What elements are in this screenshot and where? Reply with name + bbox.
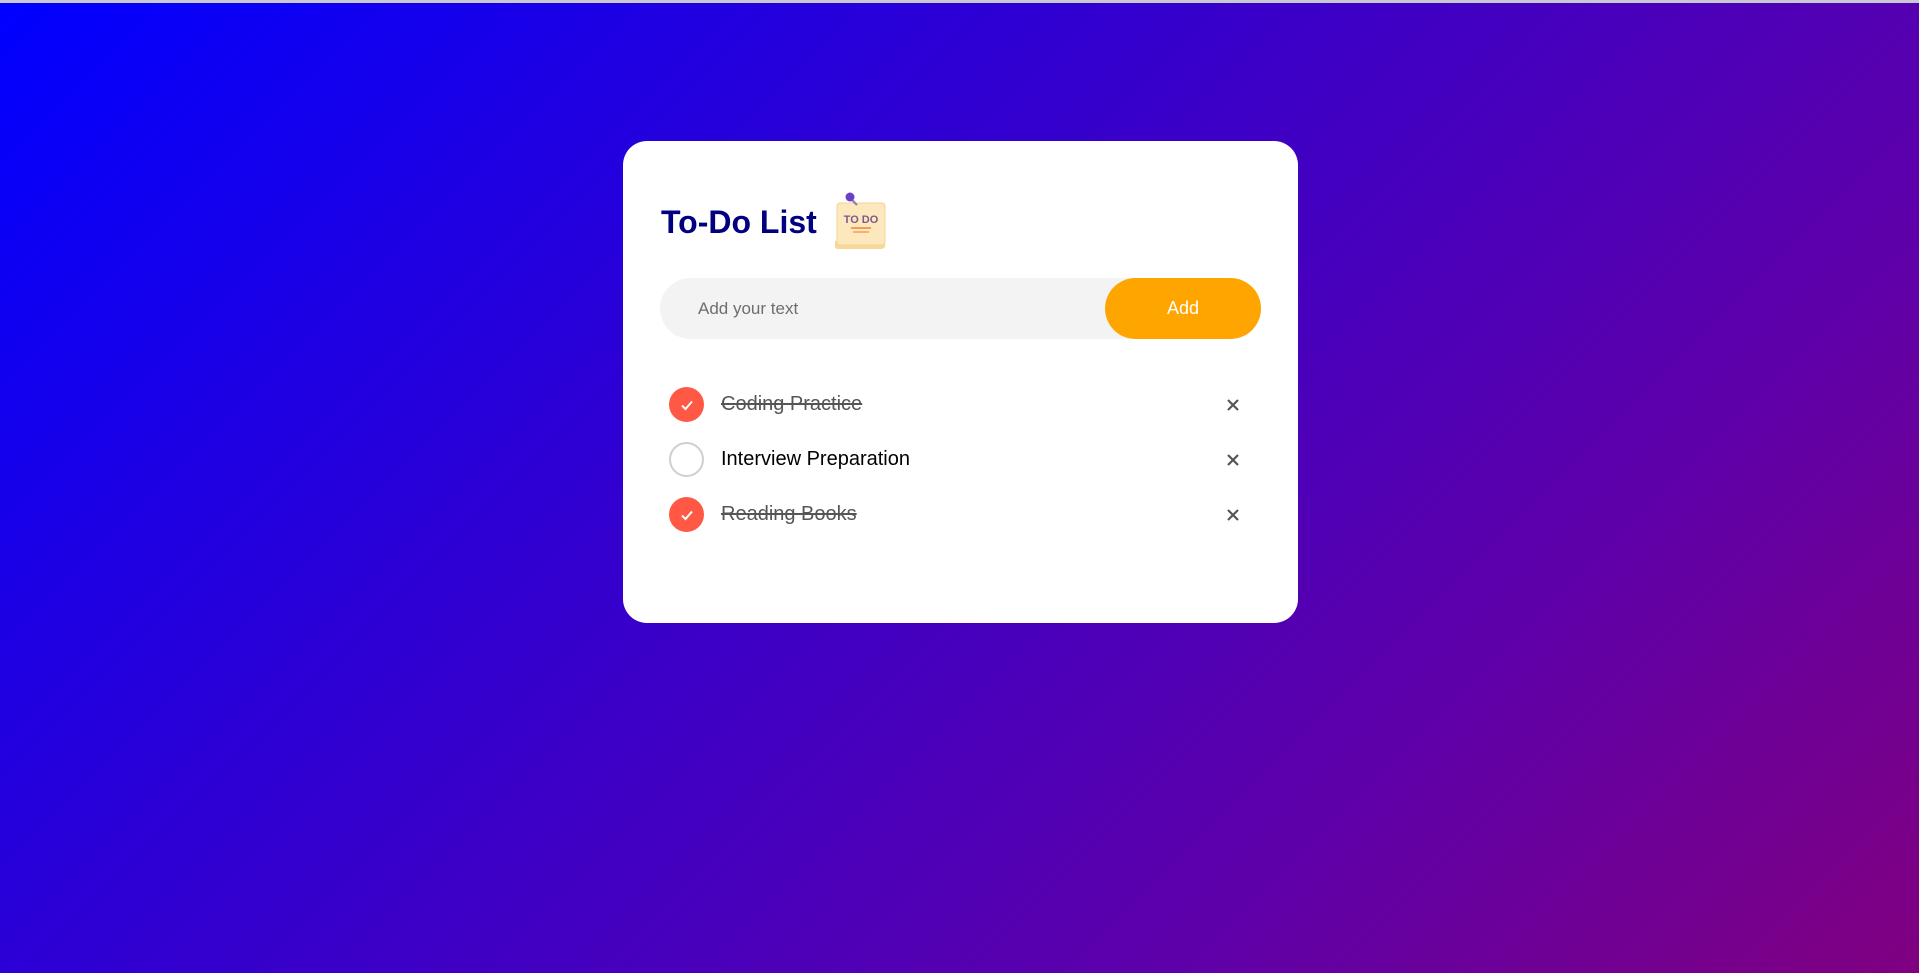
task-checkbox[interactable] — [669, 442, 704, 477]
task-label: Reading Books — [721, 503, 857, 525]
task-item[interactable]: Interview Preparation — [669, 432, 1251, 487]
task-label: Interview Preparation — [721, 448, 910, 470]
todo-note-icon: TO DO — [834, 192, 886, 249]
checkmark-icon — [680, 510, 693, 520]
task-input[interactable] — [660, 278, 1100, 339]
todo-card: To-Do List TO DO Add Coding Practice — [623, 141, 1298, 623]
close-icon — [1227, 453, 1239, 466]
close-icon — [1227, 398, 1239, 411]
logo-text: TO DO — [843, 214, 878, 226]
add-button[interactable]: Add — [1105, 278, 1261, 339]
remove-task-button[interactable] — [1218, 390, 1248, 420]
add-task-bar: Add — [660, 278, 1261, 339]
header: To-Do List TO DO — [661, 191, 891, 253]
task-checkbox[interactable] — [669, 387, 704, 422]
checkmark-icon — [680, 400, 693, 410]
remove-task-button[interactable] — [1218, 500, 1248, 530]
task-label: Coding Practice — [721, 393, 863, 415]
close-icon — [1227, 508, 1239, 521]
task-item[interactable]: Reading Books — [669, 487, 1251, 542]
page-title: To-Do List — [661, 203, 817, 240]
remove-task-button[interactable] — [1218, 445, 1248, 475]
task-list: Coding Practice Interview Preparation Re… — [669, 377, 1251, 542]
task-checkbox[interactable] — [669, 497, 704, 532]
task-item[interactable]: Coding Practice — [669, 377, 1251, 432]
window-top-border — [0, 0, 1919, 3]
